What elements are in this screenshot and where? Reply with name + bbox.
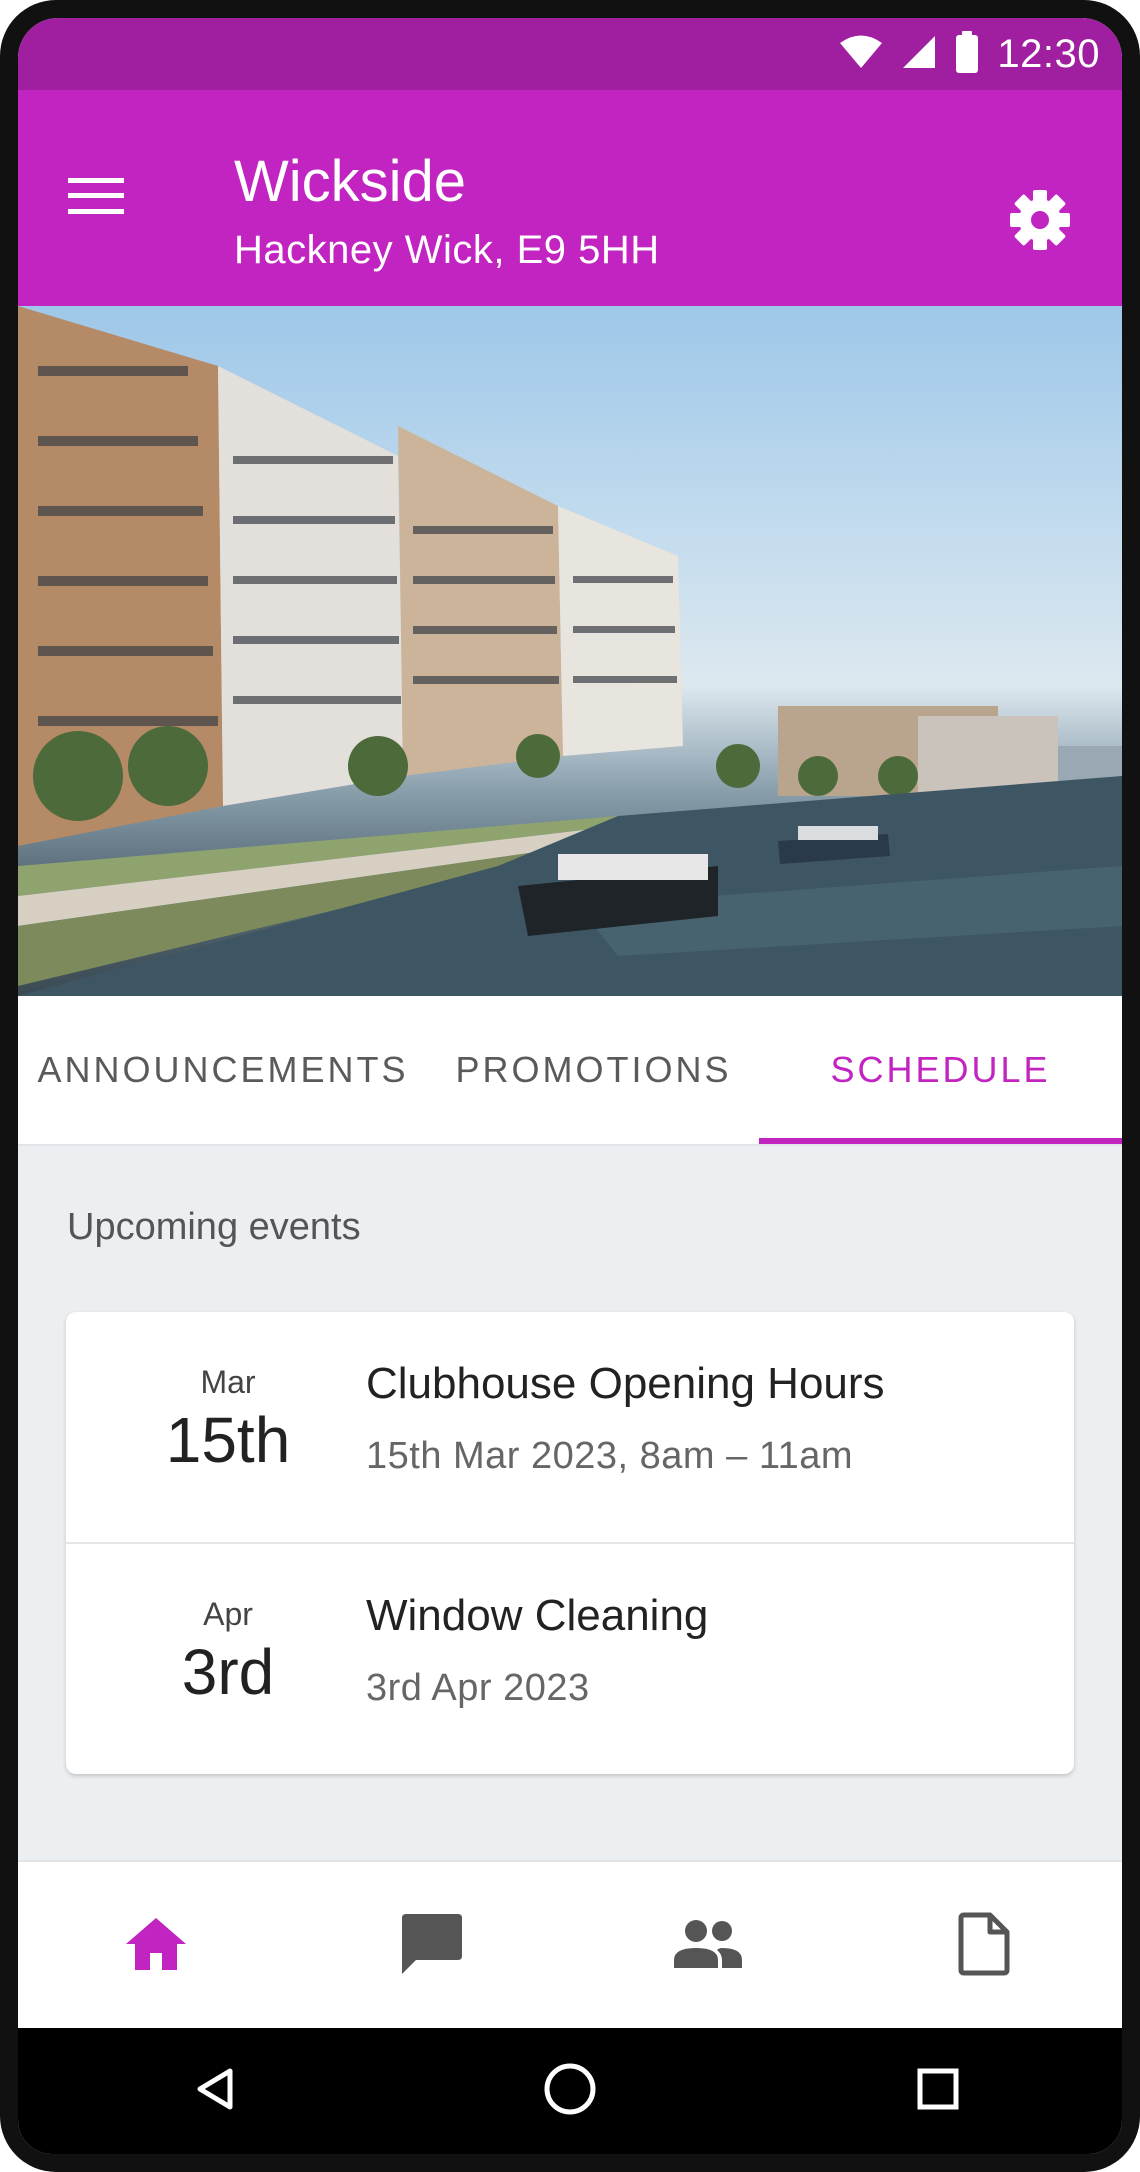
status-bar: 12:30 bbox=[18, 18, 1122, 90]
document-icon bbox=[958, 1912, 1010, 1981]
event-month: Mar bbox=[200, 1364, 256, 1400]
wifi-icon bbox=[839, 35, 883, 74]
system-back-button[interactable] bbox=[154, 2028, 274, 2154]
hamburger-menu-icon bbox=[68, 176, 124, 221]
app-bar: Wickside Hackney Wick, E9 5HH bbox=[18, 90, 1122, 306]
nav-community[interactable] bbox=[570, 1862, 846, 2030]
screen: 12:30 Wickside Hackney Wick, E9 5HH ANNO… bbox=[18, 18, 1122, 2154]
hero-image bbox=[18, 306, 1122, 996]
event-date: Apr 3rd bbox=[118, 1594, 338, 1710]
app-bar-titles: Wickside Hackney Wick, E9 5HH bbox=[234, 150, 660, 276]
section-title: Upcoming events bbox=[67, 1206, 361, 1248]
signal-icon bbox=[901, 34, 937, 75]
status-icons: 12:30 bbox=[839, 30, 1100, 78]
development-photo bbox=[18, 306, 1122, 996]
active-tab-indicator bbox=[759, 1138, 1122, 1144]
tab-promotions[interactable]: PROMOTIONS bbox=[428, 996, 759, 1144]
event-info: Clubhouse Opening Hours 15th Mar 2023, 8… bbox=[366, 1356, 885, 1480]
event-title: Clubhouse Opening Hours bbox=[366, 1359, 885, 1408]
event-detail: 3rd Apr 2023 bbox=[366, 1667, 590, 1709]
tab-announcements[interactable]: ANNOUNCEMENTS bbox=[18, 996, 428, 1144]
tab-schedule[interactable]: SCHEDULE bbox=[759, 996, 1122, 1144]
nav-messages[interactable] bbox=[294, 1862, 570, 2030]
gear-icon bbox=[1009, 189, 1071, 256]
event-item[interactable]: Apr 3rd Window Cleaning 3rd Apr 2023 bbox=[66, 1542, 1074, 1774]
event-info: Window Cleaning 3rd Apr 2023 bbox=[366, 1588, 708, 1712]
event-month: Apr bbox=[203, 1596, 253, 1632]
system-home-button[interactable] bbox=[510, 2028, 630, 2154]
event-date: Mar 15th bbox=[118, 1362, 338, 1478]
nav-documents[interactable] bbox=[846, 1862, 1122, 2030]
battery-icon bbox=[955, 30, 979, 78]
event-title: Window Cleaning bbox=[366, 1591, 709, 1640]
chat-icon bbox=[400, 1912, 464, 1981]
page-title: Wickside bbox=[234, 149, 467, 214]
settings-button[interactable] bbox=[1004, 186, 1076, 258]
phone-frame: 12:30 Wickside Hackney Wick, E9 5HH ANNO… bbox=[0, 0, 1140, 2172]
schedule-content: Upcoming events Mar 15th Clubhouse Openi… bbox=[18, 1146, 1122, 1860]
page-subtitle: Hackney Wick, E9 5HH bbox=[234, 228, 660, 272]
events-card: Mar 15th Clubhouse Opening Hours 15th Ma… bbox=[66, 1312, 1074, 1774]
people-icon bbox=[672, 1918, 744, 1975]
home-icon bbox=[124, 1916, 188, 1977]
back-triangle-icon bbox=[194, 2067, 234, 2116]
event-day: 3rd bbox=[181, 1636, 275, 1708]
recents-square-icon bbox=[916, 2067, 960, 2116]
event-day: 15th bbox=[165, 1404, 291, 1476]
event-detail: 15th Mar 2023, 8am – 11am bbox=[366, 1435, 854, 1477]
bottom-navigation bbox=[18, 1860, 1122, 2030]
tab-bar: ANNOUNCEMENTS PROMOTIONS SCHEDULE bbox=[18, 996, 1122, 1146]
menu-button[interactable] bbox=[56, 170, 136, 226]
nav-home[interactable] bbox=[18, 1862, 294, 2030]
status-time: 12:30 bbox=[997, 31, 1100, 76]
event-item[interactable]: Mar 15th Clubhouse Opening Hours 15th Ma… bbox=[66, 1312, 1074, 1542]
system-recents-button[interactable] bbox=[878, 2028, 998, 2154]
home-circle-icon bbox=[543, 2062, 597, 2121]
system-navigation-bar bbox=[18, 2028, 1122, 2154]
